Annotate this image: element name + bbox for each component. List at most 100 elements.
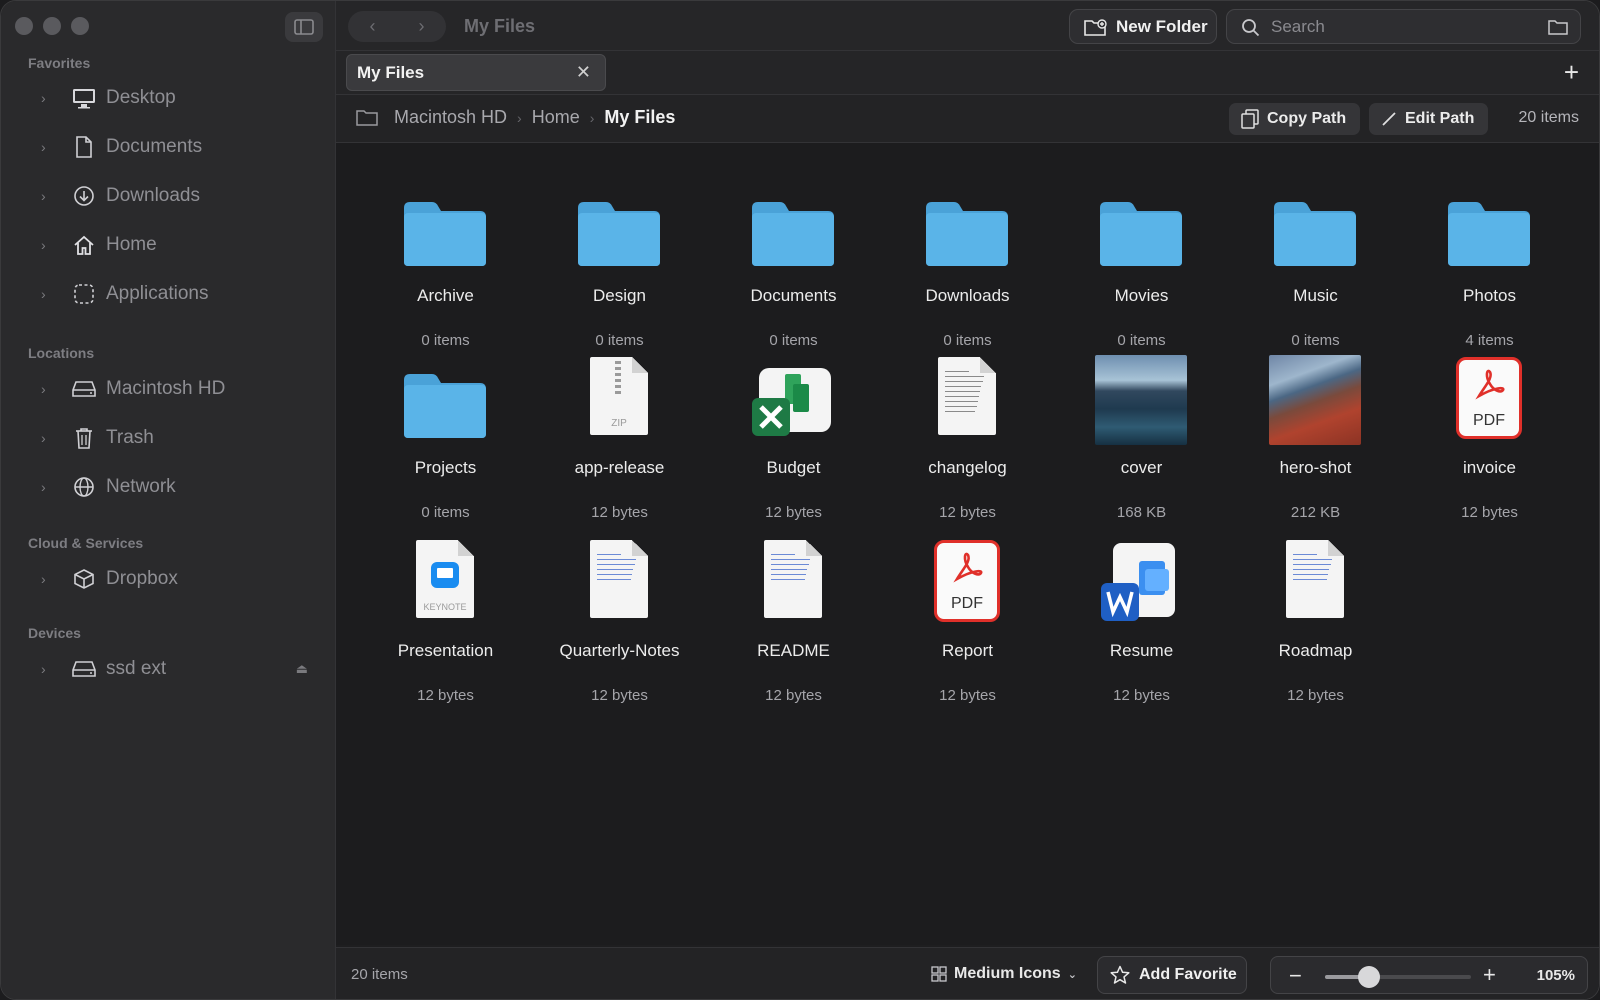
item-name: Presentation <box>397 641 494 660</box>
window-title: My Files <box>464 16 536 36</box>
item-icon-wrapper <box>1091 173 1191 273</box>
sidebar-item-desktop[interactable]: › Desktop <box>1 78 336 118</box>
folder-icon <box>402 370 488 445</box>
new-folder-label: New Folder <box>1116 16 1208 36</box>
breadcrumb-item-my-files[interactable]: My Files <box>604 107 675 128</box>
sidebar-item-home[interactable]: › Home <box>1 225 336 265</box>
folder-icon <box>576 198 662 273</box>
folder-icon <box>402 198 488 273</box>
forward-button[interactable]: › <box>397 11 446 42</box>
grid-view-icon <box>931 966 947 982</box>
minimize-window-button[interactable] <box>43 17 61 35</box>
sidebar-item-documents[interactable]: › Documents <box>1 127 336 167</box>
edit-path-button[interactable]: Edit Path <box>1369 103 1489 135</box>
new-folder-icon <box>1084 18 1107 36</box>
new-tab-button[interactable]: + <box>1564 57 1579 88</box>
close-tab-icon[interactable]: ✕ <box>576 62 591 83</box>
navigation-buttons: ‹ › <box>348 11 446 42</box>
eject-icon[interactable]: ⏏ <box>296 661 308 677</box>
file-item[interactable]: Resume 12 bytes <box>1059 528 1224 704</box>
chevron-right-icon[interactable]: › <box>41 479 53 495</box>
file-item[interactable]: README 12 bytes <box>711 528 876 704</box>
breadcrumb-item-home[interactable]: Home <box>532 107 580 128</box>
trash-icon <box>72 426 96 450</box>
sidebar-item-trash[interactable]: › Trash <box>1 418 336 458</box>
status-item-count: 20 items <box>351 966 408 983</box>
chevron-right-icon[interactable]: › <box>41 571 53 587</box>
item-icon-wrapper <box>569 173 669 273</box>
sidebar-item-network[interactable]: › Network <box>1 467 336 507</box>
item-meta: 12 bytes <box>939 687 996 704</box>
item-icon-wrapper <box>743 345 843 445</box>
folder-item[interactable]: Movies 0 items <box>1059 173 1224 349</box>
folder-item[interactable]: Downloads 0 items <box>885 173 1050 349</box>
close-window-button[interactable] <box>15 17 33 35</box>
path-bar: Macintosh HD › Home › My Files Copy Path… <box>336 95 1599 143</box>
file-item[interactable]: cover 168 KB <box>1059 345 1224 521</box>
file-item[interactable]: Quarterly-Notes 12 bytes <box>537 528 702 704</box>
item-name: Movies <box>1114 286 1169 305</box>
breadcrumb-item-macintosh-hd[interactable]: Macintosh HD <box>394 107 507 128</box>
chevron-left-icon: ‹ <box>369 16 376 36</box>
folder-scope-icon[interactable] <box>1548 19 1568 35</box>
zoom-window-button[interactable] <box>71 17 89 35</box>
file-item[interactable]: KEYNOTE Presentation 12 bytes <box>363 528 528 704</box>
chevron-right-icon[interactable]: › <box>41 237 53 253</box>
chevron-right-icon[interactable]: › <box>41 381 53 397</box>
view-mode-dropdown[interactable]: Medium Icons ⌄ <box>931 965 1077 983</box>
sidebar-item-applications[interactable]: › Applications <box>1 274 336 314</box>
file-item[interactable]: ZIP app-release 12 bytes <box>537 345 702 521</box>
folder-item[interactable]: Projects 0 items <box>363 345 528 521</box>
sidebar-item-label: Macintosh HD <box>106 378 226 399</box>
sidebar-toggle-button[interactable] <box>285 12 323 42</box>
folder-item[interactable]: Archive 0 items <box>363 173 528 349</box>
item-icon-wrapper: PDF <box>1439 345 1539 445</box>
file-item[interactable]: Budget 12 bytes <box>711 345 876 521</box>
item-meta: 12 bytes <box>939 504 996 521</box>
new-folder-button[interactable]: New Folder <box>1069 9 1217 44</box>
search-field[interactable] <box>1226 9 1581 44</box>
folder-item[interactable]: Design 0 items <box>537 173 702 349</box>
file-item[interactable]: PDF Report 12 bytes <box>885 528 1050 704</box>
item-meta: 12 bytes <box>417 687 474 704</box>
folder-item[interactable]: Documents 0 items <box>711 173 876 349</box>
item-meta: 168 KB <box>1116 504 1167 521</box>
folder-item[interactable]: Music 0 items <box>1233 173 1398 349</box>
file-item[interactable]: changelog 12 bytes <box>885 345 1050 521</box>
search-input[interactable] <box>1271 10 1521 43</box>
zip-file-icon: ZIP <box>590 357 648 435</box>
chevron-right-icon[interactable]: › <box>41 90 53 106</box>
file-item[interactable]: PDF invoice 12 bytes <box>1407 345 1572 521</box>
item-name: Budget <box>766 458 821 477</box>
file-item[interactable]: Roadmap 12 bytes <box>1233 528 1398 704</box>
sidebar-item-ssd-ext[interactable]: › ssd ext ⏏ <box>1 649 336 689</box>
sidebar-item-macintosh-hd[interactable]: › Macintosh HD <box>1 369 336 409</box>
sidebar-item-downloads[interactable]: › Downloads <box>1 176 336 216</box>
item-meta: 12 bytes <box>591 504 648 521</box>
zoom-in-button[interactable]: + <box>1483 962 1496 988</box>
breadcrumb-separator-icon: › <box>517 109 522 126</box>
sidebar-item-label: Trash <box>106 427 154 448</box>
back-button[interactable]: ‹ <box>348 11 397 42</box>
item-name: Quarterly-Notes <box>559 641 680 660</box>
sidebar-item-dropbox[interactable]: › Dropbox <box>1 559 336 599</box>
chevron-right-icon[interactable]: › <box>41 286 53 302</box>
item-icon-wrapper <box>1091 345 1191 445</box>
folder-icon <box>1098 198 1184 273</box>
sidebar-section-favorites: Favorites <box>28 55 91 71</box>
chevron-right-icon[interactable]: › <box>41 139 53 155</box>
zoom-out-button[interactable]: − <box>1289 963 1302 989</box>
item-icon-wrapper <box>1265 173 1365 273</box>
tab-my-files[interactable]: My Files ✕ <box>346 54 606 91</box>
zoom-slider-handle[interactable] <box>1357 966 1380 988</box>
chevron-right-icon[interactable]: › <box>41 661 53 677</box>
chevron-right-icon[interactable]: › <box>41 430 53 446</box>
add-favorite-button[interactable]: Add Favorite <box>1097 956 1247 994</box>
folder-item[interactable]: Photos 4 items <box>1407 173 1572 349</box>
tab-bar: My Files ✕ + <box>336 51 1599 95</box>
copy-path-button[interactable]: Copy Path <box>1229 103 1361 135</box>
file-item[interactable]: hero-shot 212 KB <box>1233 345 1398 521</box>
item-icon-wrapper <box>917 173 1017 273</box>
text-file-icon <box>938 357 996 435</box>
chevron-right-icon[interactable]: › <box>41 188 53 204</box>
